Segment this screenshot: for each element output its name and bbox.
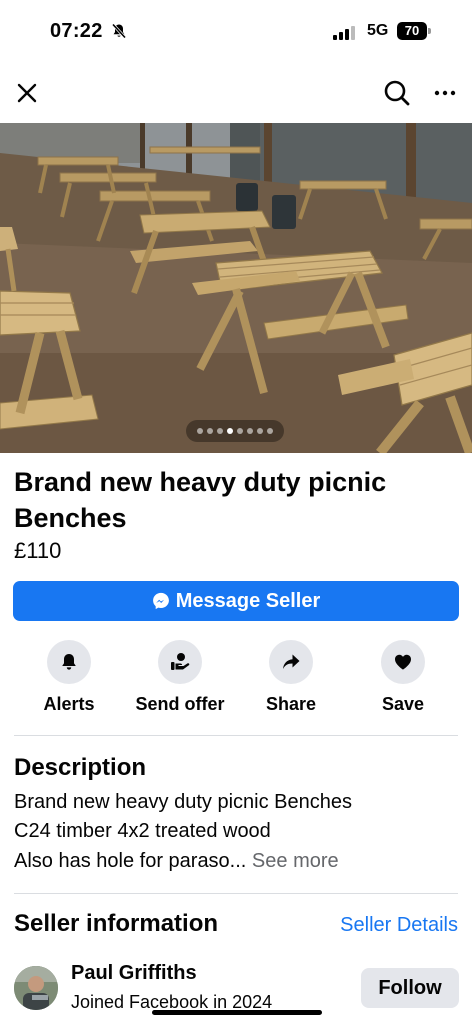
message-seller-label: Message Seller [175, 589, 321, 612]
avatar-photo [14, 966, 58, 1010]
close-icon [17, 83, 37, 103]
status-time: 07:22 [50, 20, 103, 42]
offer-icon [171, 653, 190, 670]
messenger-icon [152, 592, 169, 610]
send-offer-label: Send offer [135, 694, 225, 714]
listing-photo[interactable] [0, 123, 472, 453]
pagination-dot[interactable] [257, 428, 263, 434]
description-line: Brand new heavy duty picnic Benches [14, 791, 352, 813]
seller-details-link[interactable]: Seller Details [340, 914, 458, 937]
more-icon [434, 90, 456, 96]
alerts-label: Alerts [43, 694, 95, 714]
battery-level: 70 [397, 22, 427, 40]
description-line: C24 timber 4x2 treated wood [14, 820, 271, 842]
listing-title: Brand new heavy duty picnic Benches [14, 467, 387, 533]
share-icon [283, 654, 300, 669]
heart-icon [395, 654, 411, 670]
network-type: 5G [367, 22, 389, 39]
search-button[interactable] [382, 78, 412, 108]
seller-avatar[interactable] [14, 966, 58, 1010]
search-icon [384, 80, 410, 106]
pagination-dot[interactable] [237, 428, 243, 434]
send-offer-button[interactable]: Send offer [120, 640, 240, 715]
save-button[interactable]: Save [343, 640, 463, 715]
pagination-dot[interactable] [267, 428, 273, 434]
close-button[interactable] [12, 78, 42, 108]
photo-pagination[interactable] [186, 420, 284, 442]
listing-price: £110 [14, 538, 62, 563]
pagination-dot[interactable] [247, 428, 253, 434]
pagination-dot[interactable] [197, 428, 203, 434]
description-line-truncated: Also has hole for paraso... See more [14, 847, 339, 875]
follow-button[interactable]: Follow [361, 968, 459, 1008]
message-seller-button[interactable]: Message Seller [13, 581, 459, 621]
pagination-dot[interactable] [217, 428, 223, 434]
signal-icon [333, 24, 355, 40]
alerts-button[interactable]: Alerts [9, 640, 129, 715]
divider [14, 735, 458, 736]
more-options-button[interactable] [430, 78, 460, 108]
description-text: Also has hole for paraso... [14, 850, 247, 872]
seller-info-heading: Seller information [14, 910, 219, 937]
picnic-benches-photo [0, 123, 472, 453]
divider [14, 893, 458, 894]
top-nav [0, 70, 472, 116]
battery-icon: 70 [397, 22, 431, 40]
see-more-link[interactable]: See more [252, 850, 339, 872]
pagination-dot-active[interactable] [227, 428, 233, 434]
seller-name[interactable]: Paul Griffiths [71, 962, 197, 985]
status-bar: 07:22 5G 70 [0, 0, 472, 62]
action-row: Alerts Send offer Share Save [0, 640, 472, 724]
share-label: Share [265, 694, 317, 714]
home-indicator[interactable] [152, 1010, 322, 1015]
silent-mode-icon [111, 23, 127, 39]
save-label: Save [381, 694, 425, 714]
share-button[interactable]: Share [231, 640, 351, 715]
description-heading: Description [14, 754, 147, 781]
bell-icon [62, 654, 76, 670]
pagination-dot[interactable] [207, 428, 213, 434]
